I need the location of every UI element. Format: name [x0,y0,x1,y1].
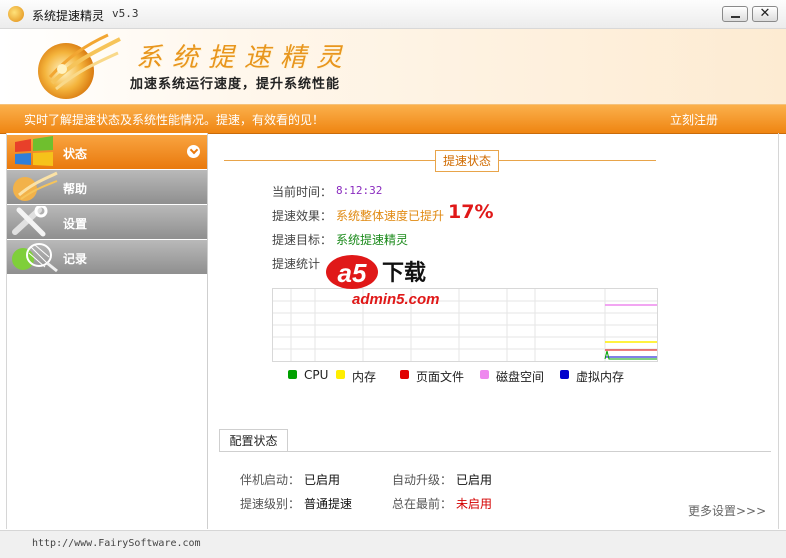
legend-swatch [400,370,409,379]
always-on-top-label: 总在最前： [392,497,453,511]
boot-value: 已启用 [304,473,341,487]
legend-swatch [336,370,345,379]
time-label: 当前时间： [272,185,333,199]
legend-label: 虚拟内存 [576,370,625,384]
brand-title: 系统提速精灵 [136,43,353,73]
boot-label: 伴机启动： [240,473,301,487]
brand-slogan: 加速系统运行速度，提升系统性能 [130,77,341,92]
more-settings-link[interactable]: 更多设置>>> [688,502,766,519]
watermark-suffix: 下载 [382,260,426,286]
sidebar-item-log[interactable]: 记录 [7,240,207,274]
register-link[interactable]: 立刻注册 [670,111,718,128]
watermark-domain: admin5.com [352,291,440,308]
effect-percent: 17% [448,201,494,223]
sidebar-item-status[interactable]: 状态 [7,135,207,169]
window-version: v5.3 [112,7,139,20]
legend-swatch [560,370,569,379]
minimize-button[interactable] [722,6,748,22]
wrench-icon [12,206,48,237]
sidebar-item-help[interactable]: 帮助 [7,170,207,204]
sidebar-item-label: 设置 [63,217,88,231]
legend-label: CPU [304,368,329,382]
sidebar: 状态 帮助 设置 记录 [6,133,208,529]
fairy-help-icon [13,171,58,201]
level-value: 普通提速 [304,497,353,511]
app-icon [8,6,24,22]
time-value: 8:12:32 [336,184,383,197]
effect-text: 系统整体速度已提升 [336,209,445,223]
close-button[interactable]: ✕ [752,6,778,22]
always-on-top-value: 未启用 [456,497,493,511]
tab-config-status[interactable]: 配置状态 [219,429,288,452]
info-tip: 实时了解提速状态及系统性能情况。提速，有效看的见！ [24,113,325,127]
website-url[interactable]: http://www.FairySoftware.com [32,538,201,549]
sidebar-item-settings[interactable]: 设置 [7,205,207,239]
legend-swatch [288,370,297,379]
header-banner: 系统提速精灵 加速系统运行速度，提升系统性能 [0,29,786,104]
sidebar-item-label: 状态 [63,147,88,161]
upgrade-label: 自动升级： [392,473,453,487]
sidebar-item-label: 记录 [63,252,88,266]
chevron-down-icon [187,145,200,158]
fairy-logo [38,33,121,99]
legend-swatch [480,370,489,379]
upgrade-value: 已启用 [456,473,493,487]
section-title-status: 提速状态 [435,150,499,172]
sidebar-item-label: 帮助 [63,182,88,196]
legend-label: 页面文件 [416,370,465,384]
stats-label: 提速统计 [272,257,321,271]
close-icon: ✕ [759,6,771,21]
admin5-watermark: a5 下载 admin5.com [326,255,440,308]
window-title: 系统提速精灵 [32,9,105,23]
target-label: 提速目标： [272,233,333,247]
net-ball-icon [12,243,58,273]
level-label: 提速级别： [240,497,301,511]
status-bar: http://www.FairySoftware.com [0,530,786,558]
windows-flag-icon [15,136,53,166]
target-value: 系统提速精灵 [336,233,409,247]
effect-label: 提速效果： [272,209,333,223]
legend-label: 内存 [352,370,377,384]
watermark-logo: a5 [338,258,367,288]
series-line-cpu [604,350,657,360]
tab-divider [219,451,771,452]
legend-label: 磁盘空间 [496,370,545,384]
title-bar: 系统提速精灵 v5.3 ✕ [0,0,786,29]
info-bar: 实时了解提速状态及系统性能情况。提速，有效看的见！ 立刻注册 [0,104,786,134]
